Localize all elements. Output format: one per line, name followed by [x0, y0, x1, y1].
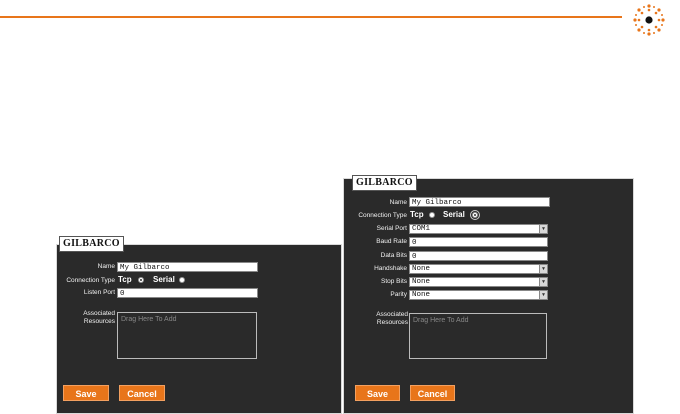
serial-port-select[interactable]: COM1 ▼: [409, 224, 548, 234]
connection-type-label: Connection Type: [66, 277, 115, 284]
serial-port-label: Serial Port: [376, 225, 407, 232]
stop-bits-label: Stop Bits: [380, 278, 407, 285]
resources-drop-zone[interactable]: Drag Here To Add: [409, 313, 547, 359]
name-input[interactable]: My Gilbarco: [117, 262, 258, 272]
resources-drop-zone[interactable]: Drag Here To Add: [117, 312, 257, 359]
tcp-radio[interactable]: [429, 212, 435, 218]
name-input[interactable]: My Gilbarco: [409, 197, 550, 207]
handshake-select[interactable]: None ▼: [409, 264, 548, 274]
save-button[interactable]: Save: [355, 385, 400, 401]
serial-option-label: Serial: [153, 275, 175, 284]
baud-rate-input[interactable]: 0: [409, 237, 548, 247]
data-bits-input[interactable]: 0: [409, 251, 548, 261]
serial-settings-panel: GILBARCO Name My Gilbarco Connection Typ…: [343, 175, 634, 414]
parity-label: Parity: [390, 291, 407, 298]
serial-radio[interactable]: [470, 210, 480, 220]
parity-select[interactable]: None ▼: [409, 290, 548, 300]
brand-logo-gilbarco: GILBARCO: [352, 175, 417, 191]
tcp-option-label: Tcp: [410, 210, 424, 219]
baud-rate-label: Baud Rate: [376, 238, 407, 245]
tcp-settings-panel: GILBARCO Name My Gilbarco Connection Typ…: [56, 236, 342, 414]
cancel-button[interactable]: Cancel: [410, 385, 455, 401]
tcp-option-label: Tcp: [118, 275, 132, 284]
brand-logo-gilbarco: GILBARCO: [59, 236, 124, 252]
save-button[interactable]: Save: [63, 385, 109, 401]
tcp-radio[interactable]: [138, 277, 144, 283]
serial-port-value: COM1: [412, 225, 431, 233]
parity-value: None: [412, 291, 431, 299]
chevron-down-icon[interactable]: ▼: [539, 225, 547, 233]
name-label: Name: [97, 263, 115, 270]
associated-resources-label: Associated Resources: [83, 310, 115, 325]
handshake-value: None: [412, 265, 431, 273]
stop-bits-select[interactable]: None ▼: [409, 277, 548, 287]
header-divider: [0, 16, 622, 18]
stop-bits-value: None: [412, 278, 431, 286]
serial-option-label: Serial: [443, 210, 465, 219]
sun-burst-logo-icon: [633, 4, 665, 36]
name-label: Name: [389, 199, 407, 206]
associated-resources-label: Associated Resources: [376, 311, 408, 326]
handshake-label: Handshake: [374, 265, 407, 272]
chevron-down-icon[interactable]: ▼: [539, 278, 547, 286]
connection-type-label: Connection Type: [358, 212, 407, 219]
chevron-down-icon[interactable]: ▼: [539, 265, 547, 273]
listen-port-input[interactable]: 0: [117, 288, 258, 298]
listen-port-label: Listen Port: [83, 289, 115, 296]
data-bits-label: Data Bits: [380, 252, 407, 259]
chevron-down-icon[interactable]: ▼: [539, 291, 547, 299]
cancel-button[interactable]: Cancel: [119, 385, 165, 401]
serial-radio[interactable]: [179, 277, 185, 283]
